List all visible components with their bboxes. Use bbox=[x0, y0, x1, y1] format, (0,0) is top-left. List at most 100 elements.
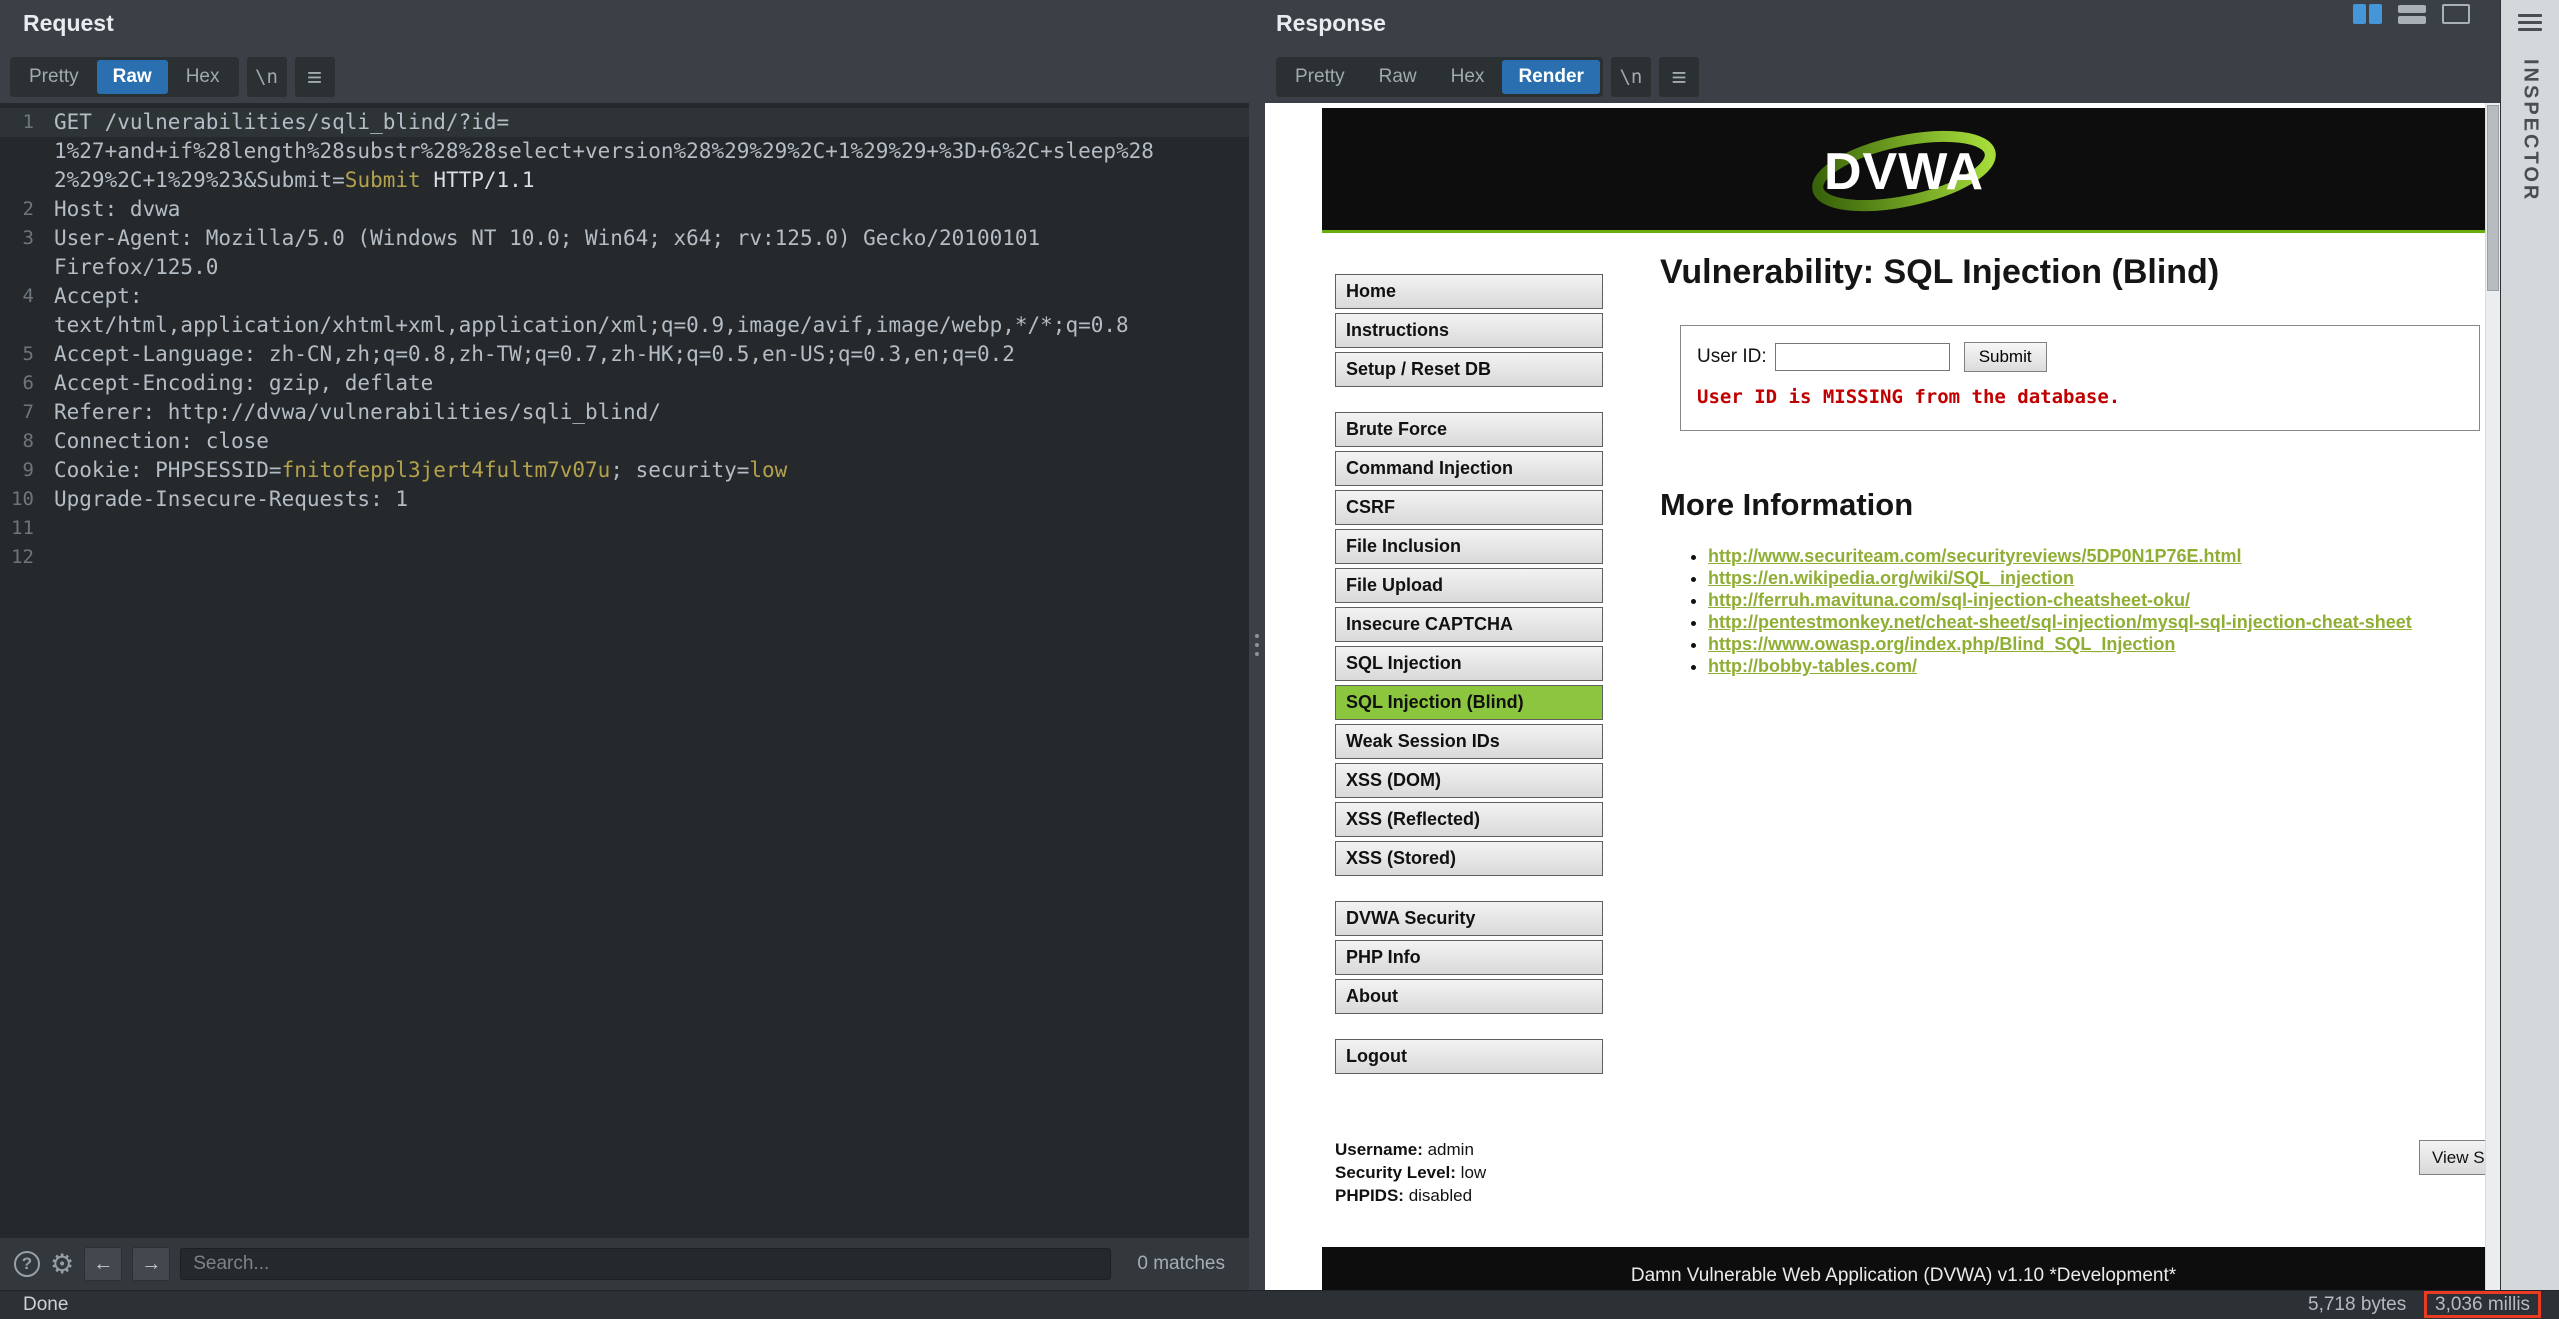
editor-line: 5Accept-Language: zh-CN,zh;q=0.8,zh-TW;q… bbox=[0, 340, 1249, 369]
dvwa-sidebar-menu: Home Instructions Setup / Reset DB Brute Fo… bbox=[1335, 274, 1603, 1099]
info-link-item: https://en.wikipedia.org/wiki/SQL_inject… bbox=[1708, 567, 2485, 589]
dvwa-menu-xss-stored[interactable]: XSS (Stored) bbox=[1335, 841, 1603, 876]
info-link-item: https://www.owasp.org/index.php/Blind_SQ… bbox=[1708, 633, 2485, 655]
single-view-layout-icon[interactable] bbox=[2442, 4, 2470, 24]
dvwa-menu-xss-reflected[interactable]: XSS (Reflected) bbox=[1335, 802, 1603, 837]
line-number: 9 bbox=[0, 456, 46, 485]
dvwa-menu-file-inclusion[interactable]: File Inclusion bbox=[1335, 529, 1603, 564]
dvwa-menu-setup-reset-db[interactable]: Setup / Reset DB bbox=[1335, 352, 1603, 387]
search-next-match-button[interactable]: → bbox=[132, 1247, 170, 1281]
dvwa-menu-instructions[interactable]: Instructions bbox=[1335, 313, 1603, 348]
dvwa-menu-xss-dom[interactable]: XSS (DOM) bbox=[1335, 763, 1603, 798]
request-panel-title: Request bbox=[23, 10, 114, 37]
line-number: 3 bbox=[0, 224, 46, 253]
user-id-label: User ID: bbox=[1697, 346, 1767, 368]
help-icon[interactable]: ? bbox=[14, 1251, 40, 1277]
info-link-item: http://bobby-tables.com/ bbox=[1708, 655, 2485, 677]
request-editor[interactable]: 1GET /vulnerabilities/sqli_blind/?id=1%2… bbox=[0, 103, 1249, 1237]
editor-line: 12 bbox=[0, 543, 1249, 572]
response-scrollbar-thumb[interactable] bbox=[2487, 105, 2499, 291]
editor-line: 2Host: dvwa bbox=[0, 195, 1249, 224]
external-link[interactable]: http://www.securiteam.com/securityreview… bbox=[1708, 546, 2242, 566]
dvwa-logo: DVWA bbox=[1799, 117, 2009, 221]
response-view-tabrow: PrettyRawHexRender \n ≡ bbox=[1276, 57, 1699, 97]
response-newline-toggle[interactable]: \n bbox=[1611, 57, 1651, 97]
dvwa-menu-command-injection[interactable]: Command Injection bbox=[1335, 451, 1603, 486]
dvwa-menu-file-upload[interactable]: File Upload bbox=[1335, 568, 1603, 603]
submit-button[interactable]: Submit bbox=[1964, 342, 2047, 372]
inspector-collapsed-panel[interactable]: INSPECTOR bbox=[2500, 0, 2559, 1290]
dvwa-menu-brute-force[interactable]: Brute Force bbox=[1335, 412, 1603, 447]
line-number: 4 bbox=[0, 282, 46, 311]
response-panel: Response PrettyRawHexRender \n ≡ bbox=[1265, 0, 2500, 1290]
request-tab-raw[interactable]: Raw bbox=[97, 60, 168, 94]
external-link[interactable]: http://ferruh.mavituna.com/sql-injection… bbox=[1708, 590, 2190, 610]
line-number bbox=[0, 137, 46, 166]
response-tab-raw[interactable]: Raw bbox=[1363, 60, 1433, 94]
line-number: 11 bbox=[0, 514, 46, 543]
inspector-menu-icon[interactable] bbox=[2518, 10, 2542, 35]
dvwa-menu-dvwa-security[interactable]: DVWA Security bbox=[1335, 901, 1603, 936]
dvwa-footer-text: Damn Vulnerable Web Application (DVWA) v… bbox=[1631, 1265, 2176, 1290]
dvwa-menu-sql-injection[interactable]: SQL Injection bbox=[1335, 646, 1603, 681]
line-number: 6 bbox=[0, 369, 46, 398]
line-number bbox=[0, 311, 46, 340]
dvwa-rendered-page: DVWA Home Instructions Setup / Reset DB Bru… bbox=[1322, 108, 2485, 1290]
panel-splitter[interactable] bbox=[1249, 0, 1265, 1290]
dvwa-page-header: DVWA bbox=[1322, 108, 2485, 233]
status-bar: Done 5,718 bytes 3,036 millis bbox=[0, 1290, 2559, 1319]
more-information-heading: More Information bbox=[1660, 487, 2485, 523]
dvwa-menu-csrf[interactable]: CSRF bbox=[1335, 490, 1603, 525]
request-tab-hex[interactable]: Hex bbox=[170, 60, 236, 94]
editor-line: 9Cookie: PHPSESSID=fnitofeppl3jert4fultm… bbox=[0, 456, 1249, 485]
sql-result-message: User ID is MISSING from the database. bbox=[1697, 386, 2479, 408]
response-options-menu-icon[interactable]: ≡ bbox=[1659, 57, 1699, 97]
request-tab-pretty[interactable]: Pretty bbox=[13, 60, 95, 94]
editor-line: 2%29%2C+1%29%23&Submit=Submit HTTP/1.1 bbox=[0, 166, 1249, 195]
status-done-text: Done bbox=[23, 1291, 68, 1319]
info-link-item: http://www.securiteam.com/securityreview… bbox=[1708, 545, 2485, 567]
external-link[interactable]: https://en.wikipedia.org/wiki/SQL_inject… bbox=[1708, 568, 2074, 588]
request-panel: Request PrettyRawHex \n ≡ 1GET /vulnerab… bbox=[0, 0, 1249, 1290]
dvwa-menu-about[interactable]: About bbox=[1335, 979, 1603, 1014]
dvwa-menu-php-info[interactable]: PHP Info bbox=[1335, 940, 1603, 975]
line-number: 2 bbox=[0, 195, 46, 224]
line-number: 7 bbox=[0, 398, 46, 427]
dvwa-menu-home[interactable]: Home bbox=[1335, 274, 1603, 309]
external-link[interactable]: http://pentestmonkey.net/cheat-sheet/sql… bbox=[1708, 612, 2412, 632]
burp-repeater-window: Request PrettyRawHex \n ≡ 1GET /vulnerab… bbox=[0, 0, 2559, 1319]
response-tab-hex[interactable]: Hex bbox=[1435, 60, 1501, 94]
editor-line: 6Accept-Encoding: gzip, deflate bbox=[0, 369, 1249, 398]
rows-layout-icon[interactable] bbox=[2398, 5, 2426, 24]
info-link-item: http://pentestmonkey.net/cheat-sheet/sql… bbox=[1708, 611, 2485, 633]
dvwa-status-line: PHPIDS: disabled bbox=[1335, 1184, 1486, 1207]
user-id-input[interactable] bbox=[1775, 343, 1950, 371]
response-tab-render[interactable]: Render bbox=[1502, 60, 1599, 94]
editor-line: 10Upgrade-Insecure-Requests: 1 bbox=[0, 485, 1249, 514]
dvwa-menu-insecure-captcha[interactable]: Insecure CAPTCHA bbox=[1335, 607, 1603, 642]
line-number: 1 bbox=[0, 108, 46, 137]
search-previous-match-button[interactable]: ← bbox=[84, 1247, 122, 1281]
search-input[interactable] bbox=[180, 1248, 1111, 1280]
dvwa-menu-logout[interactable]: Logout bbox=[1335, 1039, 1603, 1074]
info-link-item: http://ferruh.mavituna.com/sql-injection… bbox=[1708, 589, 2485, 611]
dvwa-menu-weak-session-ids[interactable]: Weak Session IDs bbox=[1335, 724, 1603, 759]
dvwa-status-line: Username: admin bbox=[1335, 1138, 1486, 1161]
search-match-count: 0 matches bbox=[1137, 1253, 1225, 1275]
external-link[interactable]: https://www.owasp.org/index.php/Blind_SQ… bbox=[1708, 634, 2175, 654]
response-time-annotation: 3,036 millis bbox=[2424, 1291, 2541, 1318]
line-number: 8 bbox=[0, 427, 46, 456]
external-link[interactable]: http://bobby-tables.com/ bbox=[1708, 656, 1917, 676]
search-settings-gear-icon[interactable]: ⚙ bbox=[50, 1251, 74, 1278]
response-scrollbar[interactable] bbox=[2485, 103, 2500, 1290]
editor-layout-controls bbox=[2353, 4, 2470, 24]
request-newline-toggle[interactable]: \n bbox=[247, 57, 287, 97]
dvwa-page-title: Vulnerability: SQL Injection (Blind) bbox=[1660, 253, 2485, 292]
request-options-menu-icon[interactable]: ≡ bbox=[295, 57, 335, 97]
columns-layout-icon[interactable] bbox=[2353, 4, 2382, 24]
dvwa-page-footer: Damn Vulnerable Web Application (DVWA) v… bbox=[1322, 1247, 2485, 1290]
line-number bbox=[0, 166, 46, 195]
dvwa-menu-sql-injection-blind[interactable]: SQL Injection (Blind) bbox=[1335, 685, 1603, 720]
editor-line: Firefox/125.0 bbox=[0, 253, 1249, 282]
response-tab-pretty[interactable]: Pretty bbox=[1279, 60, 1361, 94]
